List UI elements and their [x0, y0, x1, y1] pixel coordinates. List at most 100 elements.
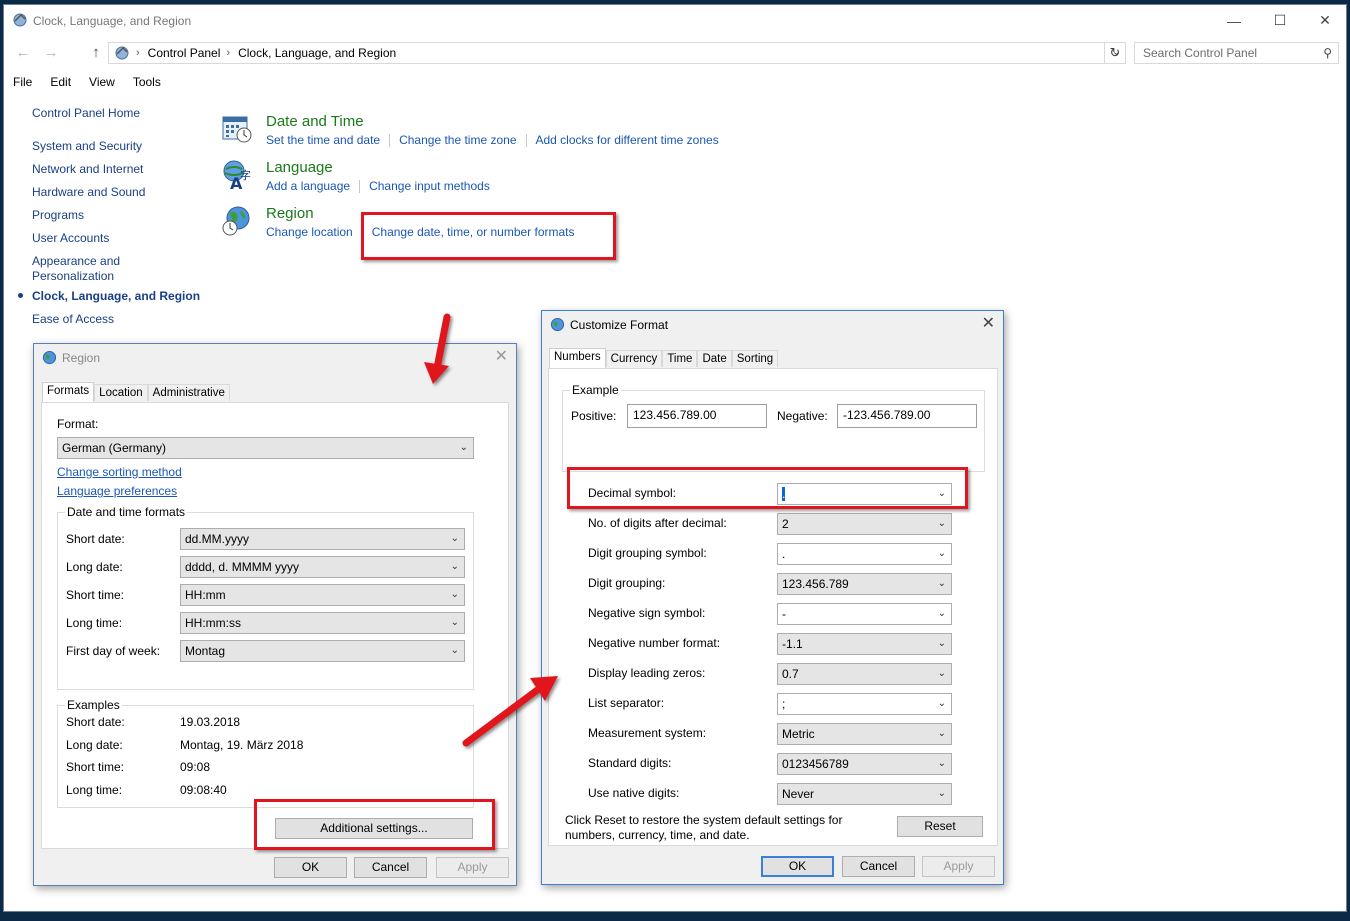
tab-numbers[interactable]: Numbers — [549, 348, 606, 368]
measurement-system-select[interactable]: Metric ⌄ — [777, 723, 952, 745]
customize-tabs: Numbers Currency Time Date Sorting — [549, 348, 779, 368]
minimize-button[interactable]: — — [1211, 5, 1257, 36]
sidebar-item-ease-of-access[interactable]: Ease of Access — [32, 312, 114, 327]
sidebar-item-personalization[interactable]: Personalization — [32, 269, 114, 284]
digits-after-decimal-select[interactable]: 2 ⌄ — [777, 513, 952, 535]
digit-grouping-symbol-select[interactable]: . ⌄ — [777, 543, 952, 565]
use-native-digits-select[interactable]: Never ⌄ — [777, 783, 952, 805]
cancel-button[interactable]: Cancel — [354, 857, 427, 878]
long-time-select[interactable]: HH:mm:ss ⌄ — [180, 612, 465, 634]
positive-label: Positive: — [571, 409, 617, 423]
chevron-down-icon: ⌄ — [459, 442, 468, 453]
long-date-value: dddd, d. MMMM yyyy — [185, 560, 300, 574]
digit-grouping-symbol-label: Digit grouping symbol: — [588, 546, 707, 560]
search-icon[interactable]: ⚲ — [1323, 43, 1332, 63]
active-bullet — [18, 293, 23, 298]
refresh-icon[interactable]: ↻ — [1104, 42, 1126, 64]
breadcrumb-clock-language-region[interactable]: Clock, Language, and Region — [238, 46, 396, 60]
tab-date[interactable]: Date — [697, 350, 732, 367]
display-leading-zeros-select[interactable]: 0.7 ⌄ — [777, 663, 952, 685]
digit-grouping-value: 123.456.789 — [782, 577, 849, 591]
short-time-select[interactable]: HH:mm ⌄ — [180, 584, 465, 606]
tab-administrative[interactable]: Administrative — [147, 384, 230, 401]
close-button[interactable]: ✕ — [1302, 5, 1348, 36]
reset-text-line1: Click Reset to restore the system defaul… — [565, 813, 843, 827]
tab-currency[interactable]: Currency — [605, 350, 663, 367]
sidebar-item-hardware[interactable]: Hardware and Sound — [32, 185, 145, 200]
sidebar-item-clock-language-region[interactable]: Clock, Language, and Region — [32, 289, 200, 304]
language-preferences-link[interactable]: Language preferences — [57, 484, 177, 498]
menu-view[interactable]: View — [80, 73, 124, 93]
search-input[interactable]: Search Control Panel ⚲ — [1134, 42, 1339, 64]
list-separator-select[interactable]: ; ⌄ — [777, 693, 952, 715]
up-arrow-icon[interactable]: ↑ — [87, 44, 105, 62]
menu-tools[interactable]: Tools — [124, 73, 170, 93]
digit-grouping-select[interactable]: 123.456.789 ⌄ — [777, 573, 952, 595]
sidebar-item-home[interactable]: Control Panel Home — [32, 106, 140, 121]
sidebar-item-network[interactable]: Network and Internet — [32, 162, 143, 177]
breadcrumb-control-panel[interactable]: Control Panel — [148, 46, 221, 60]
menu-edit[interactable]: Edit — [41, 73, 80, 93]
cancel-button[interactable]: Cancel — [842, 856, 915, 877]
long-date-select[interactable]: dddd, d. MMMM yyyy ⌄ — [180, 556, 465, 578]
reset-button[interactable]: Reset — [897, 816, 983, 837]
sidebar-item-user-accounts[interactable]: User Accounts — [32, 231, 109, 246]
measurement-system-value: Metric — [782, 727, 815, 741]
sidebar-item-programs[interactable]: Programs — [32, 208, 84, 223]
tab-sorting[interactable]: Sorting — [731, 350, 779, 367]
control-panel-icon — [13, 13, 27, 27]
tab-formats[interactable]: Formats — [42, 382, 95, 402]
ok-button[interactable]: OK — [761, 856, 834, 877]
customize-format-dialog: Customize Format ✕ Numbers Currency Time… — [541, 310, 1004, 885]
first-day-value: Montag — [185, 644, 226, 658]
link-add-language[interactable]: Add a language — [266, 179, 350, 193]
region-dialog-title: Region — [62, 351, 101, 365]
sidebar-item-system-security[interactable]: System and Security — [32, 139, 142, 154]
short-date-select[interactable]: dd.MM.yyyy ⌄ — [180, 528, 465, 550]
change-sorting-link[interactable]: Change sorting method — [57, 465, 182, 479]
chevron-down-icon: ⌄ — [937, 788, 946, 799]
long-time-label: Long time: — [66, 616, 123, 630]
tab-time[interactable]: Time — [662, 350, 698, 367]
title-bar: Clock, Language, and Region — ☐ ✕ — [4, 5, 1346, 36]
negative-number-format-label: Negative number format: — [588, 636, 721, 650]
digit-grouping-symbol-value: . — [782, 547, 786, 561]
date-time-title[interactable]: Date and Time — [266, 113, 364, 130]
standard-digits-label: Standard digits: — [588, 756, 672, 770]
negative-sign-symbol-select[interactable]: - ⌄ — [777, 603, 952, 625]
negative-number-format-select[interactable]: -1.1 ⌄ — [777, 633, 952, 655]
forward-arrow-icon[interactable]: → — [42, 44, 60, 62]
chevron-down-icon: ⌄ — [937, 668, 946, 679]
negative-label: Negative: — [777, 409, 828, 423]
format-value: German (Germany) — [62, 441, 167, 455]
close-icon[interactable]: ✕ — [495, 346, 508, 366]
standard-digits-select[interactable]: 0123456789 ⌄ — [777, 753, 952, 775]
language-title[interactable]: Language — [266, 159, 333, 176]
apply-button[interactable]: Apply — [922, 856, 995, 877]
back-arrow-icon[interactable]: ← — [14, 44, 32, 62]
date-time-formats-label: Date and time formats — [65, 505, 188, 519]
link-change-time-zone[interactable]: Change the time zone — [399, 133, 516, 147]
link-change-input-methods[interactable]: Change input methods — [369, 179, 490, 193]
first-day-select[interactable]: Montag ⌄ — [180, 640, 465, 662]
customize-dialog-title: Customize Format — [570, 318, 669, 332]
short-date-value: dd.MM.yyyy — [185, 532, 250, 546]
apply-button[interactable]: Apply — [436, 857, 509, 878]
ok-button[interactable]: OK — [274, 857, 347, 878]
menu-file[interactable]: File — [4, 73, 41, 93]
maximize-button[interactable]: ☐ — [1257, 5, 1303, 36]
chevron-down-icon: ⌄ — [937, 638, 946, 649]
link-set-time-date[interactable]: Set the time and date — [266, 133, 380, 147]
sidebar-item-appearance[interactable]: Appearance and — [32, 254, 120, 269]
negative-number-format-value: -1.1 — [782, 637, 803, 651]
example-long-time-label: Long time: — [66, 783, 123, 797]
region-title[interactable]: Region — [266, 205, 314, 222]
chevron-right-icon: › — [226, 47, 231, 59]
close-icon[interactable]: ✕ — [982, 313, 995, 333]
link-add-clocks[interactable]: Add clocks for different time zones — [536, 133, 719, 147]
chevron-down-icon: ⌄ — [937, 608, 946, 619]
link-change-location[interactable]: Change location — [266, 225, 353, 239]
tab-location[interactable]: Location — [94, 384, 148, 401]
address-bar[interactable]: › Control Panel › Clock, Language, and R… — [108, 42, 1126, 64]
format-select[interactable]: German (Germany) ⌄ — [57, 437, 474, 459]
